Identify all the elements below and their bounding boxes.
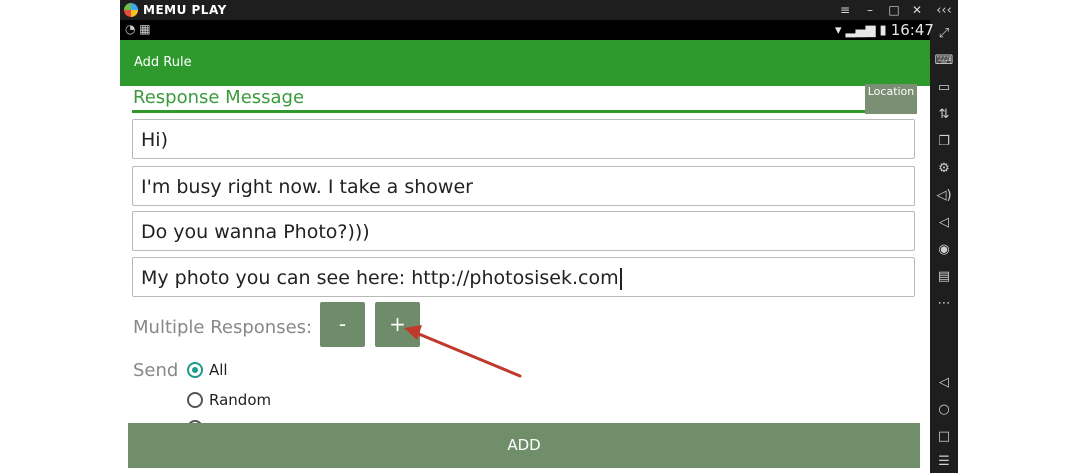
volume-up-icon[interactable]: ◁) [930,185,958,207]
close-icon[interactable]: ✕ [906,1,928,19]
android-icon[interactable]: ▭ [930,77,958,99]
collapse-sidebar-icon[interactable]: ‹‹‹ [930,0,958,22]
status-indicators: ▾ ▂▄▆ ▮ 16:47 [835,21,934,39]
android-statusbar [120,20,930,40]
radio-label: Random [209,391,272,409]
emulator-brand: MEMU PLAY [124,2,227,18]
multiple-responses-label: Multiple Responses: [133,317,313,338]
minimize-icon[interactable]: – [859,1,881,19]
text-cursor [619,267,622,290]
wifi-icon: ▾ [835,22,842,38]
clock: 16:47 [890,21,934,39]
emulator-brand-text: MEMU PLAY [143,3,227,17]
more-icon[interactable]: ⋯ [930,293,958,315]
emulator-titlebar [120,0,930,20]
home-icon[interactable]: ○ [930,399,958,421]
tab-location[interactable]: Location [865,84,917,114]
settings-icon[interactable]: ⚙ [930,158,958,180]
response-input-3[interactable]: Do you wanna Photo?))) [132,211,915,251]
recent-apps-icon[interactable]: □ [930,426,958,448]
keyboard-icon[interactable]: ⌨ [930,50,958,72]
add-button[interactable]: ADD [128,423,920,468]
signal-icon: ▂▄▆ [845,22,876,38]
location-icon[interactable]: ◉ [930,239,958,261]
response-message-title: Response Message [133,87,305,108]
page-title: Add Rule [134,55,192,70]
radio-unchecked-icon [187,392,203,408]
volume-down-icon[interactable]: ◁ [930,212,958,234]
radio-label: All [209,361,228,379]
response-input-4-text: My photo you can see here: http://photos… [141,267,619,289]
shake-icon[interactable]: ⇅ [930,104,958,126]
radio-checked-icon [187,362,203,378]
back-icon[interactable]: ◁ [930,372,958,394]
folder-icon[interactable]: ▤ [930,266,958,288]
menu-icon[interactable]: ≡ [834,1,856,19]
send-label: Send [133,360,179,381]
app-bar [120,40,930,86]
memu-logo-icon [124,3,138,17]
fullscreen-icon[interactable]: ⤢ [930,23,958,45]
response-input-2[interactable]: I'm busy right now. I take a shower [132,166,915,206]
response-input-4[interactable]: My photo you can see here: http://photos… [132,257,915,297]
battery-icon: ▮ [879,22,887,38]
annotation-arrow [404,325,522,378]
remove-response-button[interactable]: - [320,302,365,347]
radio-option-all[interactable]: All [187,361,228,379]
response-input-1[interactable]: Hi) [132,119,915,159]
maximize-icon[interactable]: □ [883,1,905,19]
list-menu-icon[interactable]: ☰ [930,451,958,473]
screen-icon[interactable]: ❐ [930,131,958,153]
notification-icons: ◔ ▦ [125,22,151,36]
response-tab-indicator [132,110,865,113]
radio-option-random[interactable]: Random [187,391,271,409]
